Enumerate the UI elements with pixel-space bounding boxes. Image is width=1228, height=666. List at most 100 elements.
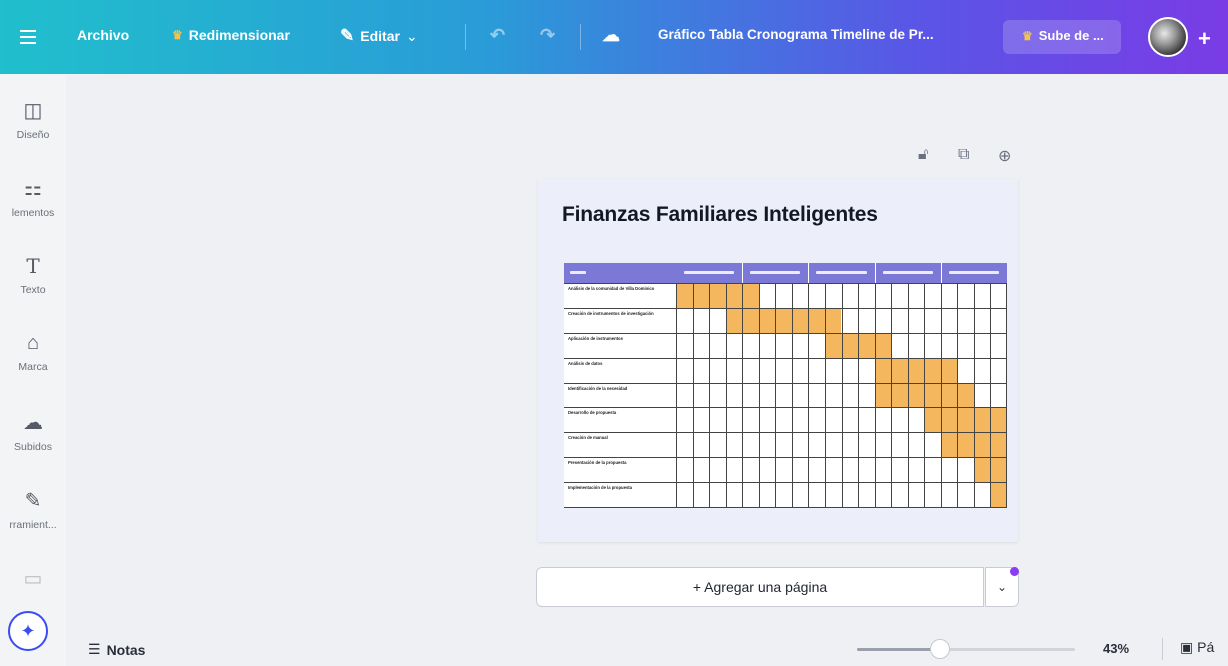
gantt-task-label: Identificación de la necesidad	[568, 385, 628, 391]
undo-icon[interactable]: ↶	[490, 25, 505, 46]
toolbar-divider	[580, 24, 581, 50]
sidebar-item-label: Texto	[20, 284, 46, 296]
top-toolbar: Archivo ♛ Redimensionar ✎ Editar ⌄ ↶ ↷ ☁…	[0, 0, 1228, 74]
gantt-col-line	[841, 283, 843, 507]
gantt-bar	[874, 357, 958, 383]
pages-button[interactable]: ▣ Pá	[1180, 639, 1214, 656]
gantt-col-line	[742, 283, 744, 507]
avatar[interactable]	[1148, 17, 1188, 57]
gantt-header-divider	[742, 263, 744, 283]
notification-dot	[1010, 567, 1019, 576]
redo-icon[interactable]: ↷	[540, 25, 555, 46]
sidebar-item-label: Diseño	[16, 129, 50, 141]
upgrade-content[interactable]: ♛ Sube de ...	[1022, 28, 1104, 43]
gantt-header-divider	[808, 263, 810, 283]
sidebar-item-label: Marca	[18, 361, 48, 373]
text-icon: T	[26, 254, 40, 278]
design-page[interactable]: Finanzas Familiares Inteligentes Análisi…	[538, 179, 1018, 542]
gantt-task-label: Análisis de la comunidad de Villa Domini…	[568, 286, 655, 291]
duplicate-page-icon[interactable]: ⧉	[958, 146, 969, 164]
share-plus-icon[interactable]: +	[1198, 26, 1211, 52]
zoom-slider-handle[interactable]	[929, 639, 950, 659]
notes-label: Notas	[106, 641, 146, 658]
gantt-col-line	[957, 283, 959, 507]
gantt-col-line	[874, 283, 876, 507]
gantt-chart[interactable]: Análisis de la comunidad de Villa Domini…	[564, 263, 1007, 508]
sidebar-item-label: lementos	[11, 207, 55, 219]
gantt-col-line	[725, 283, 727, 507]
gantt-col-line	[940, 283, 942, 507]
gantt-bar	[924, 407, 1007, 433]
hamburger-menu-icon[interactable]	[20, 30, 36, 48]
gantt-col-line	[1006, 283, 1007, 507]
chevron-down-icon: ⌄	[405, 27, 418, 44]
sidebar-item-text[interactable]: T Texto	[0, 254, 66, 296]
toolbar-divider	[465, 24, 466, 50]
tools-icon: ✎	[24, 490, 42, 512]
resize-button[interactable]: ♛ Redimensionar	[172, 27, 290, 43]
gantt-task-label: Aplicación de instrumentos	[568, 335, 623, 341]
gantt-task-label: Análisis de datos	[568, 360, 603, 366]
document-title-label: Gráfico Tabla Cronograma Timeline de Pr.…	[658, 27, 934, 42]
gantt-col-line	[824, 283, 826, 507]
sidebar-item-label: Subidos	[14, 441, 52, 453]
notes-button[interactable]: ☰ Notas	[88, 641, 145, 658]
gantt-header-divider	[940, 263, 942, 283]
upgrade-label: Sube de ...	[1038, 28, 1104, 43]
file-menu-label: Archivo	[77, 27, 130, 43]
cloud-saved-icon[interactable]: ☁	[602, 25, 620, 46]
sidebar-item-tools[interactable]: ✎ rramient...	[0, 488, 66, 531]
gantt-col-line	[808, 283, 810, 507]
gantt-col-line	[775, 283, 777, 507]
add-page-button[interactable]: + Agregar una página	[536, 567, 984, 607]
sidebar-item-more[interactable]: ▭	[0, 566, 66, 597]
zoom-slider-fill	[857, 648, 940, 651]
sidebar-item-label: rramient...	[9, 519, 57, 531]
gantt-header-label	[882, 271, 933, 274]
crown-icon: ♛	[1022, 28, 1033, 43]
gantt-task-label: Creación de instrumentos de investigació…	[568, 310, 654, 316]
page-title[interactable]: Finanzas Familiares Inteligentes	[562, 203, 878, 227]
pencil-icon: ✎	[340, 26, 355, 45]
gantt-header-label	[684, 271, 735, 274]
gantt-col-line	[858, 283, 860, 507]
gantt-col-line	[676, 283, 677, 507]
notes-icon: ☰	[88, 641, 101, 657]
edit-label: Editar	[360, 28, 400, 44]
sidebar-item-elements[interactable]: ⚏ lementos	[0, 176, 66, 219]
zoom-percentage[interactable]: 43%	[1103, 641, 1129, 656]
resize-label: Redimensionar	[188, 27, 290, 43]
gantt-task-label: Implementación de la propuesta	[568, 485, 632, 491]
document-title[interactable]: Gráfico Tabla Cronograma Timeline de Pr.…	[658, 27, 934, 42]
add-page-icon[interactable]: ⊕	[998, 146, 1011, 166]
gantt-col-line	[791, 283, 793, 507]
pages-label: Pá	[1197, 639, 1215, 655]
gantt-task-label: Creación de manual	[568, 435, 608, 441]
gantt-col-line	[924, 283, 926, 507]
side-rail: ◫ Diseño ⚏ lementos T Texto ⌂ Marca ☁ Su…	[0, 74, 66, 666]
brand-icon: ⌂	[26, 332, 40, 354]
upload-cloud-icon: ☁	[23, 412, 43, 434]
shapes-icon: ⚏	[24, 178, 42, 200]
gantt-header-label	[570, 271, 586, 274]
footer-divider	[1162, 638, 1163, 660]
layout-icon: ◫	[23, 100, 43, 122]
gantt-col-line	[907, 283, 909, 507]
gantt-row-line	[564, 507, 1007, 508]
lock-icon[interactable]: 🔓︎	[918, 146, 928, 164]
sidebar-item-brand[interactable]: ⌂ Marca	[0, 332, 66, 373]
sidebar-item-design[interactable]: ◫ Diseño	[0, 98, 66, 141]
gantt-header-label	[948, 271, 999, 274]
gantt-task-label: Desarrollo de propuesta	[568, 410, 617, 416]
sidebar-item-uploads[interactable]: ☁ Subidos	[0, 410, 66, 453]
file-menu-button[interactable]: Archivo	[77, 27, 129, 43]
gantt-header-label	[816, 271, 867, 274]
gantt-col-line	[758, 283, 760, 507]
chevron-down-icon: ⌄	[996, 580, 1008, 594]
edit-button[interactable]: ✎ Editar ⌄	[340, 26, 418, 46]
gantt-col-line	[709, 283, 711, 507]
gantt-col-line	[692, 283, 694, 507]
add-page-label: + Agregar una página	[692, 579, 828, 595]
magic-sparkle-button[interactable]: ✦	[8, 611, 48, 651]
pages-icon: ▣	[1180, 639, 1194, 655]
